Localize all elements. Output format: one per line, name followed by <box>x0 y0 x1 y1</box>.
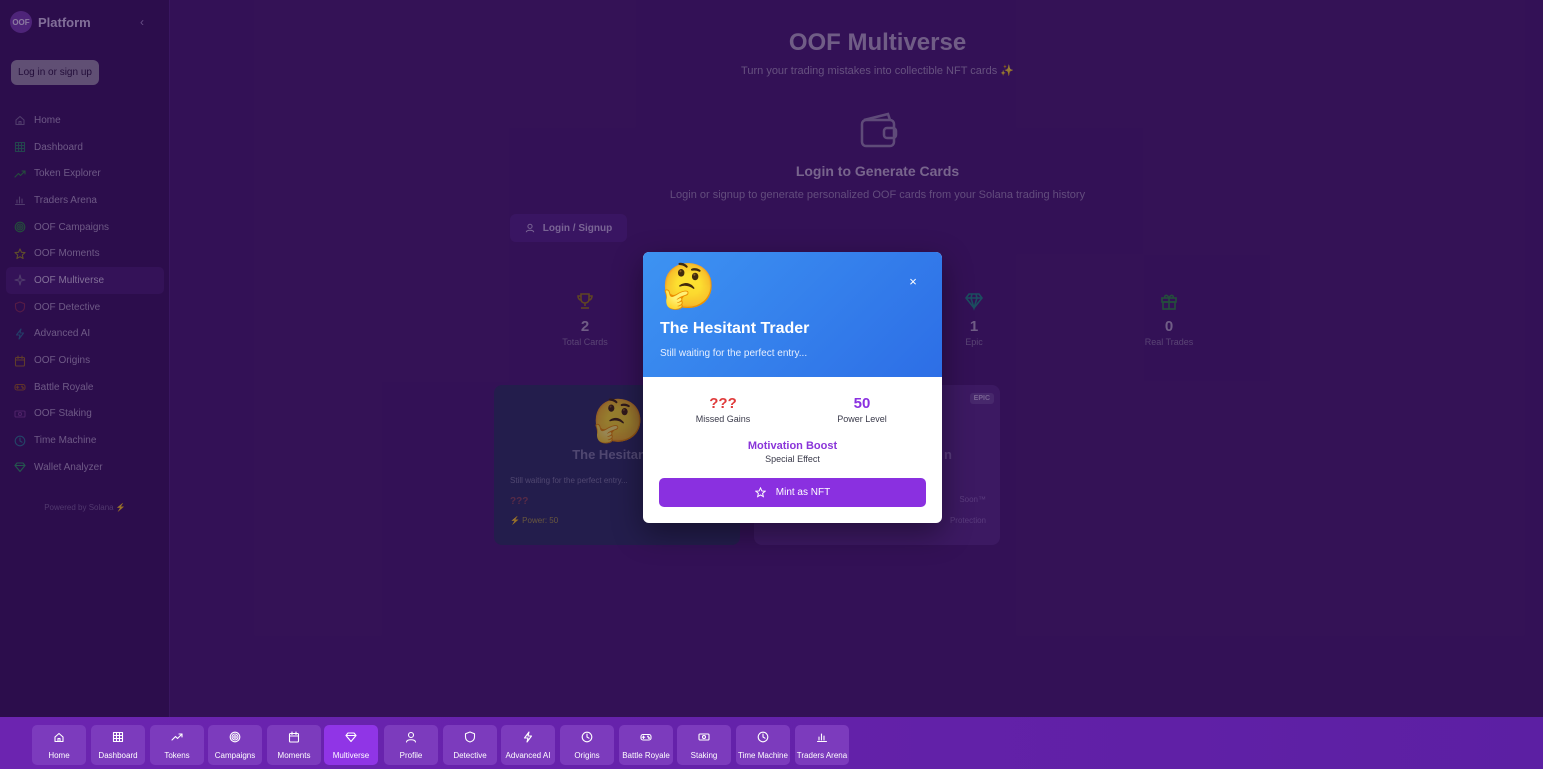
target-icon <box>229 730 241 748</box>
metric-power-level: 50 Power Level <box>807 395 917 424</box>
bottom-nav-traders-arena[interactable]: Traders Arena <box>795 725 849 765</box>
bottom-nav-label: Dashboard <box>98 751 138 760</box>
bottom-nav-campaigns[interactable]: Campaigns <box>208 725 262 765</box>
zap-icon <box>522 730 534 748</box>
bottom-nav-moments[interactable]: Moments <box>267 725 321 765</box>
bar-chart-icon <box>816 730 828 748</box>
bottom-nav-label: Moments <box>277 751 311 760</box>
missed-gains-value: ??? <box>709 395 737 412</box>
bottom-nav-label: Time Machine <box>738 751 788 760</box>
power-level-label: Power Level <box>837 414 887 424</box>
bottom-nav-label: Detective <box>453 751 487 760</box>
bottom-nav-label: Advanced AI <box>505 751 551 760</box>
bottom-nav: Home Dashboard Tokens Campaigns Moments Multi… <box>0 717 1543 769</box>
bottom-nav-multiverse[interactable]: Multiverse <box>324 725 378 765</box>
bottom-nav-label: Origins <box>574 751 600 760</box>
shield-icon <box>464 730 476 748</box>
effect-label: Special Effect <box>765 454 820 464</box>
gem-icon <box>345 730 357 748</box>
bottom-nav-origins[interactable]: Origins <box>560 725 614 765</box>
bottom-nav-dashboard[interactable]: Dashboard <box>91 725 145 765</box>
coins-icon <box>698 730 710 748</box>
modal-description: Still waiting for the perfect entry... <box>660 348 808 359</box>
bottom-nav-label: Battle Royale <box>622 751 670 760</box>
thinking-emoji-icon: 🤔 <box>661 262 716 311</box>
bottom-nav-staking[interactable]: Staking <box>677 725 731 765</box>
clock-icon <box>757 730 769 748</box>
special-effect: Motivation Boost Special Effect <box>643 440 942 464</box>
grid-icon <box>112 730 124 748</box>
trending-up-icon <box>171 730 183 748</box>
metric-missed-gains: ??? Missed Gains <box>668 395 778 424</box>
bottom-nav-time-machine[interactable]: Time Machine <box>736 725 790 765</box>
bottom-nav-label: Profile <box>399 751 423 760</box>
missed-gains-label: Missed Gains <box>695 414 751 424</box>
bottom-nav-label: Campaigns <box>214 751 256 760</box>
modal-title: The Hesitant Trader <box>660 320 810 337</box>
bottom-nav-label: Tokens <box>164 751 190 760</box>
close-icon[interactable]: × <box>906 275 920 289</box>
bottom-nav-label: Staking <box>690 751 718 760</box>
modal-header: 🤔 × The Hesitant Trader Still waiting fo… <box>643 252 942 377</box>
star-icon <box>754 487 766 498</box>
bottom-nav-home[interactable]: Home <box>32 725 86 765</box>
bottom-nav-label: Traders Arena <box>796 751 848 760</box>
card-detail-modal: 🤔 × The Hesitant Trader Still waiting fo… <box>643 252 942 523</box>
bottom-nav-detective[interactable]: Detective <box>443 725 497 765</box>
gamepad-icon <box>640 730 652 748</box>
home-icon <box>53 730 65 748</box>
mint-nft-button[interactable]: Mint as NFT <box>659 478 926 507</box>
calendar-icon <box>288 730 300 748</box>
mint-label: Mint as NFT <box>775 487 831 498</box>
clock-icon <box>581 730 593 748</box>
bottom-nav-profile[interactable]: Profile <box>384 725 438 765</box>
power-level-value: 50 <box>853 395 871 412</box>
bottom-nav-label: Multiverse <box>332 751 370 760</box>
bottom-nav-label: Home <box>48 751 70 760</box>
bottom-nav-advanced-ai[interactable]: Advanced AI <box>501 725 555 765</box>
bottom-nav-battle-royale[interactable]: Battle Royale <box>619 725 673 765</box>
effect-name: Motivation Boost <box>747 440 838 452</box>
user-icon <box>405 730 417 748</box>
bottom-nav-tokens[interactable]: Tokens <box>150 725 204 765</box>
